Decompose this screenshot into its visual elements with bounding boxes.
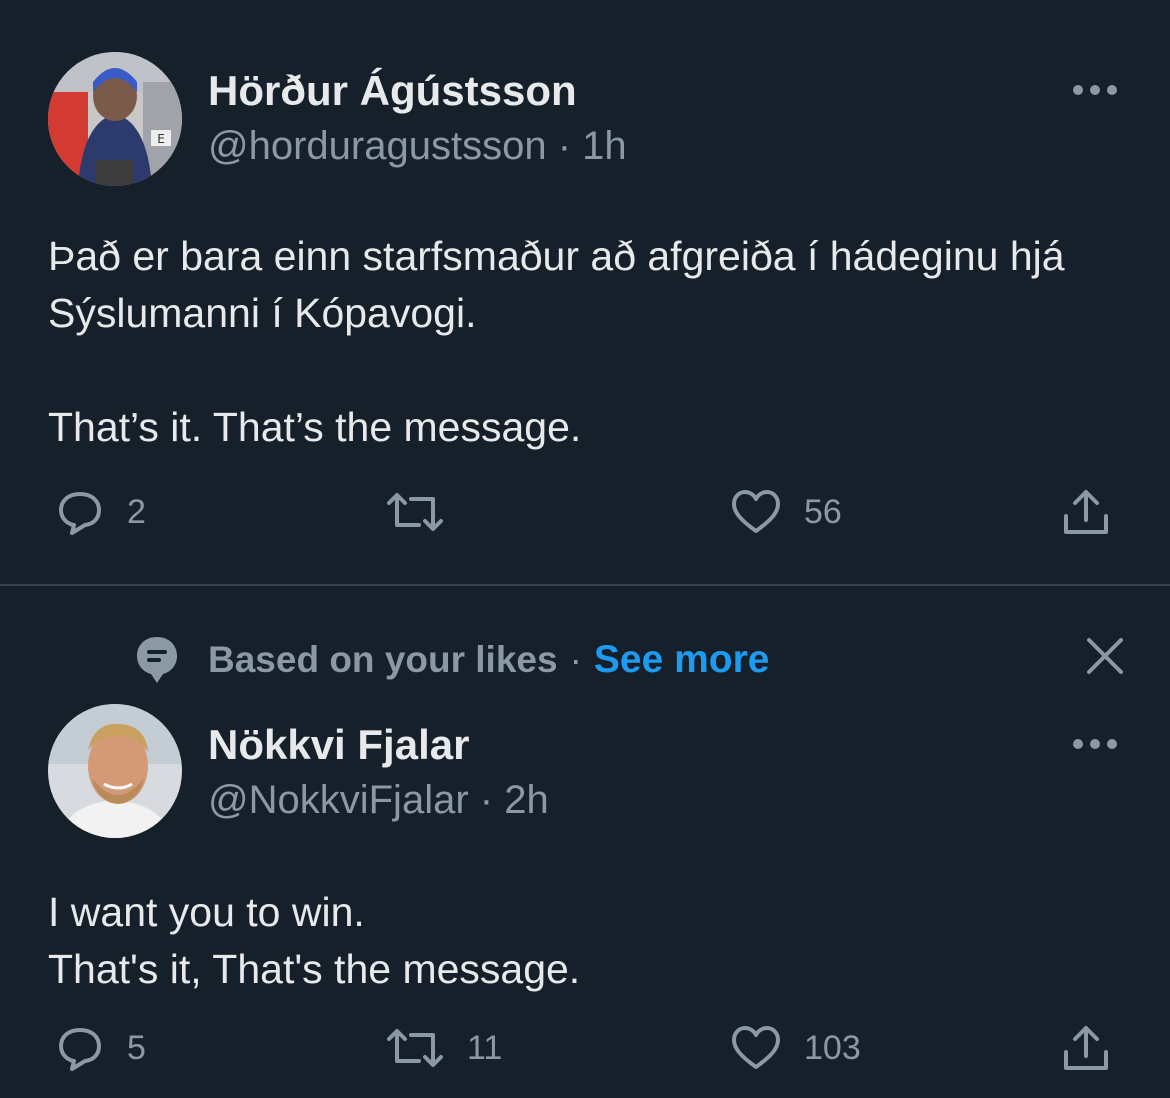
heart-icon [732, 1026, 780, 1069]
retweet-icon [387, 493, 443, 531]
tweet-nokkvifjalar[interactable]: Based on your likes · See more Nökkvi Fj… [0, 586, 1170, 1098]
tweet-paragraph: That’s it. That’s the message. [48, 404, 582, 450]
reply-button[interactable]: 2 [55, 482, 146, 542]
reply-icon [59, 1028, 101, 1071]
like-count: 103 [804, 1028, 861, 1067]
tweet-paragraph: I want you to win. That's it, That's the… [48, 889, 581, 992]
retweet-icon [387, 1029, 443, 1067]
avatar-image: E [48, 52, 182, 186]
reply-count: 5 [127, 1028, 146, 1067]
like-button[interactable]: 103 [730, 1018, 861, 1078]
tweet-horduragustsson[interactable]: E Hörður Ágústsson @horduragustsson · 1h… [0, 0, 1170, 585]
close-icon [1087, 638, 1123, 674]
author-handle[interactable]: @horduragustsson [208, 124, 547, 168]
like-count: 56 [804, 492, 842, 531]
speech-bubble-icon [137, 637, 177, 683]
tweet-time[interactable]: 1h [582, 124, 627, 168]
author-name[interactable]: Hörður Ágústsson [208, 67, 577, 115]
tweet-actions: 5 11 103 [0, 1018, 1170, 1078]
see-more-link[interactable]: See more [594, 638, 770, 682]
dismiss-button[interactable] [1085, 636, 1125, 676]
meta-separator: · [546, 124, 583, 168]
like-button[interactable]: 56 [730, 482, 842, 542]
author-handle-line: @horduragustsson · 1h [208, 124, 627, 169]
tweet-paragraph: Það er bara einn starfsmaður að afgreiða… [48, 233, 1076, 336]
more-options-button[interactable] [1070, 80, 1120, 100]
retweet-button[interactable]: 11 [385, 1018, 502, 1078]
share-icon [1064, 490, 1108, 534]
avatar[interactable]: E [48, 52, 182, 186]
reply-button[interactable]: 5 [55, 1018, 146, 1078]
tweet-time[interactable]: 2h [504, 778, 549, 822]
more-options-button[interactable] [1070, 734, 1120, 754]
more-horizontal-icon [1073, 85, 1117, 95]
meta-separator: · [468, 778, 505, 822]
svg-text:E: E [157, 132, 165, 146]
avatar-image [48, 704, 182, 838]
avatar[interactable] [48, 704, 182, 838]
tweet-actions: 2 56 [0, 482, 1170, 542]
tweet-text: I want you to win. That's it, That's the… [48, 884, 1128, 998]
heart-icon [732, 490, 780, 533]
author-name[interactable]: Nökkvi Fjalar [208, 721, 469, 769]
reply-count: 2 [127, 492, 146, 531]
share-button[interactable] [1060, 1018, 1112, 1078]
tweet-text: Það er bara einn starfsmaður að afgreiða… [48, 228, 1128, 456]
share-button[interactable] [1060, 482, 1112, 542]
retweet-button[interactable] [385, 482, 467, 542]
social-context-separator: · [569, 639, 582, 680]
more-horizontal-icon [1073, 739, 1117, 749]
social-context: Based on your likes · See more [134, 634, 770, 686]
social-context-label: Based on your likes [208, 639, 558, 680]
reply-icon [59, 492, 101, 535]
author-handle-line: @NokkviFjalar · 2h [208, 778, 549, 823]
retweet-count: 11 [467, 1028, 503, 1067]
share-icon [1064, 1026, 1108, 1070]
author-handle[interactable]: @NokkviFjalar [208, 778, 469, 822]
